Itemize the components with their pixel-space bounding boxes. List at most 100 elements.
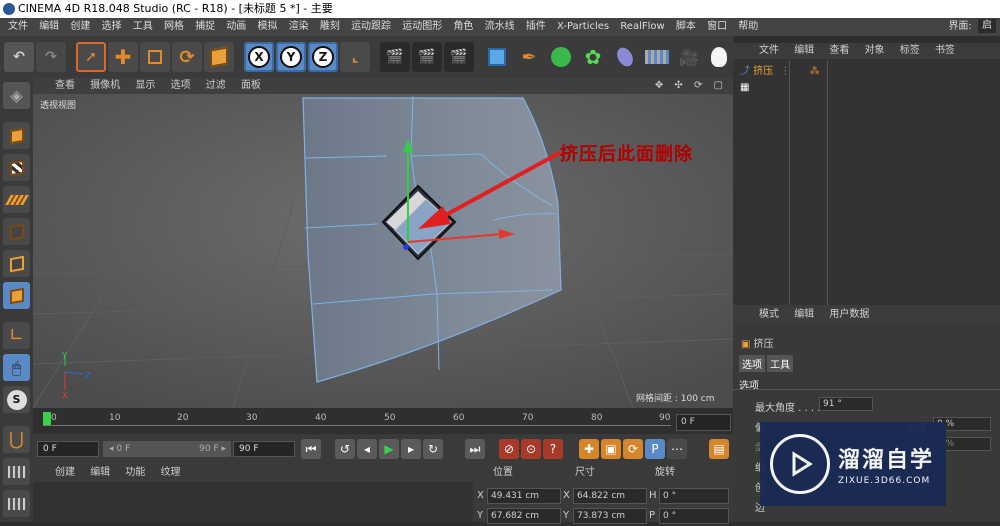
material-menu-create[interactable]: 创建 xyxy=(55,467,75,478)
pos-x-field[interactable]: 49.431 cm xyxy=(487,488,561,504)
size-x-field[interactable]: 64.822 cm xyxy=(573,488,647,504)
point-mode-button[interactable] xyxy=(3,218,30,245)
redo-button[interactable]: ↷ xyxy=(36,42,66,72)
object-menu-file[interactable]: 文件 xyxy=(759,45,779,56)
magnet-button[interactable]: ⋃ xyxy=(3,426,30,453)
playhead[interactable] xyxy=(43,412,51,426)
pen-spline-button[interactable]: ✒ xyxy=(514,42,544,72)
next-frame-button[interactable]: ▸ xyxy=(401,439,421,459)
menu-animate[interactable]: 动画 xyxy=(226,21,246,32)
menu-render[interactable]: 渲染 xyxy=(289,21,309,32)
render-picture-viewer-button[interactable]: 🎬 xyxy=(412,42,442,72)
light-button[interactable] xyxy=(704,42,734,72)
menu-mograph[interactable]: 运动图形 xyxy=(402,21,442,32)
x-axis-lock-button[interactable]: X xyxy=(244,42,274,72)
texture-mode-button[interactable] xyxy=(3,154,30,181)
viewport-nav-icons[interactable]: ✥ ✣ ⟳ ▢ xyxy=(655,78,727,94)
visibility-dots-icon[interactable]: ⋮ xyxy=(780,66,790,77)
keyframe-selection-button[interactable]: ? xyxy=(543,439,563,459)
menu-character[interactable]: 角色 xyxy=(453,21,473,32)
menu-help[interactable]: 帮助 xyxy=(738,21,758,32)
frame-range-slider[interactable]: ◂ 0 F 90 F ▸ xyxy=(103,441,231,457)
material-menu-texture[interactable]: 纹理 xyxy=(161,467,181,478)
z-axis-lock-button[interactable]: Z xyxy=(308,42,338,72)
attr-menu-user-data[interactable]: 用户数据 xyxy=(829,309,869,320)
make-editable-button[interactable]: ◈ xyxy=(3,82,30,109)
menu-snap[interactable]: 捕捉 xyxy=(195,21,215,32)
coordinate-system-button[interactable]: ⌞ xyxy=(340,42,370,72)
live-selection-button[interactable]: ➚ xyxy=(76,42,106,72)
key-scale-button[interactable]: ▣ xyxy=(601,439,621,459)
y-axis-lock-button[interactable]: Y xyxy=(276,42,306,72)
scale-tool-button[interactable] xyxy=(140,42,170,72)
menu-script[interactable]: 脚本 xyxy=(676,21,696,32)
key-position-button[interactable]: ✚ xyxy=(579,439,599,459)
material-menu-function[interactable]: 功能 xyxy=(125,467,145,478)
key-parameter-button[interactable]: P xyxy=(645,439,665,459)
previous-key-button[interactable]: ↺ xyxy=(335,439,355,459)
current-frame-field[interactable]: 0 F xyxy=(37,441,99,457)
play-button[interactable]: ▶ xyxy=(379,439,399,459)
attr-tab-options[interactable]: 选项 xyxy=(739,355,765,372)
material-menu-edit[interactable]: 编辑 xyxy=(90,467,110,478)
next-key-button[interactable]: ↻ xyxy=(423,439,443,459)
rot-h-field[interactable]: 0 ° xyxy=(659,488,729,504)
timeline[interactable]: 0 10 20 30 40 50 60 70 80 90 xyxy=(33,408,733,434)
lock-workplane-button[interactable] xyxy=(3,490,30,517)
subdivision-surface-button[interactable] xyxy=(546,42,576,72)
menu-mesh[interactable]: 网格 xyxy=(164,21,184,32)
cloner-button[interactable]: ✿ xyxy=(578,42,608,72)
render-view-button[interactable]: 🎬 xyxy=(380,42,410,72)
move-tool-button[interactable]: ✚ xyxy=(108,42,138,72)
go-to-start-button[interactable]: ⏮ xyxy=(301,439,321,459)
menu-create[interactable]: 创建 xyxy=(70,21,90,32)
undo-button[interactable]: ↶ xyxy=(4,42,34,72)
phong-tag-icon[interactable]: ⁂ xyxy=(810,66,820,77)
render-settings-button[interactable]: 🎬 xyxy=(444,42,474,72)
menu-simulate[interactable]: 模拟 xyxy=(258,21,278,32)
menu-plugins[interactable]: 插件 xyxy=(526,21,546,32)
menu-select[interactable]: 选择 xyxy=(102,21,122,32)
viewport-menu-view[interactable]: 查看 xyxy=(55,80,75,91)
rotate-tool-button[interactable]: ⟳ xyxy=(172,42,202,72)
attr-tab-tool[interactable]: 工具 xyxy=(767,355,793,372)
attr-menu-edit[interactable]: 编辑 xyxy=(794,309,814,320)
record-keys-button[interactable]: ⊘ xyxy=(499,439,519,459)
auto-keying-button[interactable]: ⊙ xyxy=(521,439,541,459)
workplane-mode-button[interactable] xyxy=(3,186,30,213)
object-row-extrude[interactable]: ⤴ 挤压 ⋮ ⁂ ▦ xyxy=(740,64,828,93)
max-frame-field[interactable]: 90 F xyxy=(233,441,295,457)
object-menu-edit[interactable]: 编辑 xyxy=(794,45,814,56)
key-rotation-button[interactable]: ⟳ xyxy=(623,439,643,459)
polygon-mode-button[interactable] xyxy=(3,282,30,309)
viewport-menu-display[interactable]: 显示 xyxy=(135,80,155,91)
menu-file[interactable]: 文件 xyxy=(8,21,28,32)
viewport-menu-options[interactable]: 选项 xyxy=(171,80,191,91)
workplane-grid-button[interactable] xyxy=(3,458,30,485)
viewport-menu-panel[interactable]: 面板 xyxy=(241,80,261,91)
object-menu-bookmarks[interactable]: 书签 xyxy=(935,45,955,56)
menu-window[interactable]: 窗口 xyxy=(707,21,727,32)
deformer-button[interactable] xyxy=(610,42,640,72)
snap-button[interactable]: S xyxy=(3,386,30,413)
viewport-menu-filter[interactable]: 过滤 xyxy=(206,80,226,91)
menu-edit[interactable]: 编辑 xyxy=(39,21,59,32)
menu-sculpt[interactable]: 雕刻 xyxy=(320,21,340,32)
viewport-menu-camera[interactable]: 摄像机 xyxy=(90,80,120,91)
recent-tools-button[interactable] xyxy=(204,42,234,72)
menu-pipeline[interactable]: 流水线 xyxy=(485,21,515,32)
axis-mode-button[interactable]: ∟ xyxy=(3,322,30,349)
edge-mode-button[interactable] xyxy=(3,250,30,277)
floor-button[interactable] xyxy=(642,42,672,72)
previous-frame-button[interactable]: ◂ xyxy=(357,439,377,459)
timeline-window-button[interactable]: ▤ xyxy=(709,439,729,459)
attr-menu-mode[interactable]: 模式 xyxy=(759,309,779,320)
menu-motion-tracking[interactable]: 运动跟踪 xyxy=(351,21,391,32)
camera-button[interactable]: 🎥 xyxy=(674,42,704,72)
object-menu-tags[interactable]: 标签 xyxy=(900,45,920,56)
end-frame-field[interactable]: 0 F xyxy=(676,414,731,431)
model-mode-button[interactable] xyxy=(3,122,30,149)
key-pla-button[interactable]: ⋯ xyxy=(667,439,687,459)
layout-dropdown[interactable]: 启 xyxy=(978,19,996,33)
go-to-end-button[interactable]: ⏭ xyxy=(465,439,485,459)
